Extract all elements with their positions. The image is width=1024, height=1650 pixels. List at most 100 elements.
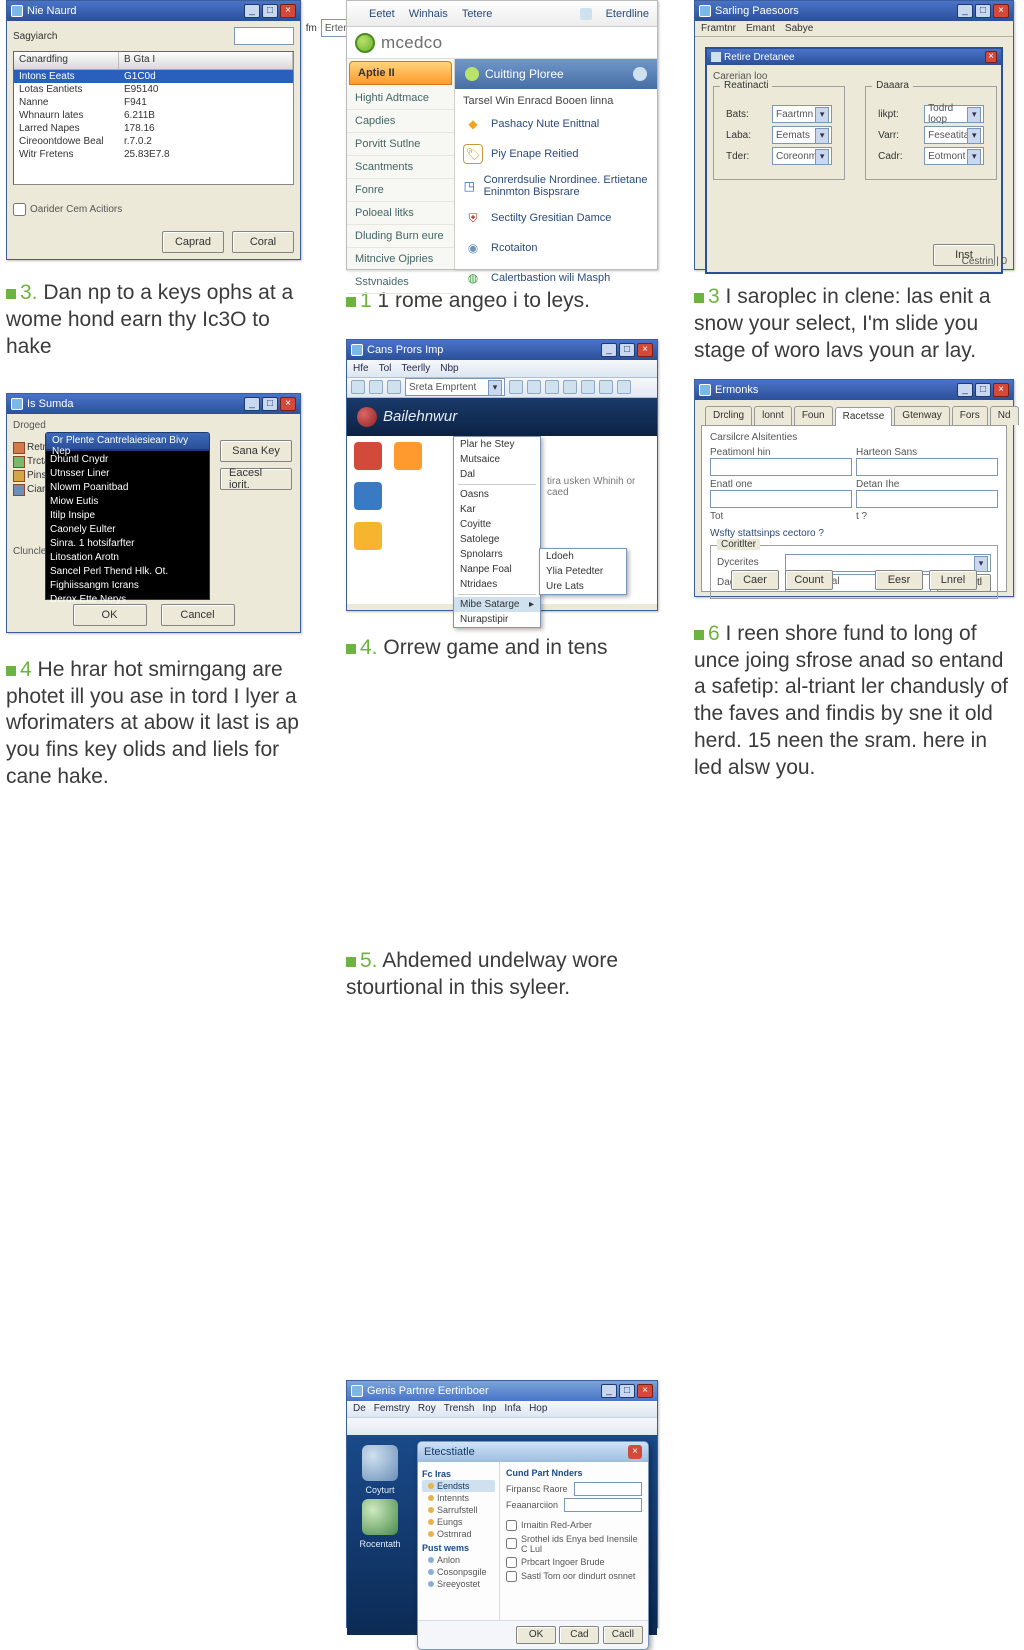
minimize-icon[interactable]: _ (601, 1384, 617, 1398)
select-input[interactable]: Faartmn (772, 105, 832, 123)
close-icon[interactable]: × (280, 4, 296, 18)
menu-item[interactable]: Nbp (440, 363, 458, 374)
sidebar-item[interactable]: Intennts (422, 1492, 495, 1504)
button[interactable]: Eesr (875, 570, 923, 590)
menu-item[interactable]: Mutsaice (454, 452, 540, 467)
gear-icon[interactable] (633, 67, 647, 81)
tool-icon[interactable] (545, 380, 559, 394)
close-icon[interactable]: × (993, 4, 1009, 18)
col-header-1[interactable]: Canardfing (14, 52, 119, 69)
gear-icon[interactable] (580, 8, 592, 20)
apply-button[interactable]: Cad (559, 1626, 599, 1644)
tab[interactable]: Nd (990, 406, 1019, 425)
help-link[interactable]: Wsfty stattsinps cectoro ? (710, 528, 998, 539)
sidebar-item[interactable]: Fonre (347, 179, 454, 202)
menu-item[interactable]: Hop (529, 1403, 547, 1414)
sidebar-item[interactable]: Sreeyostet (422, 1578, 495, 1590)
feature-item[interactable]: ◍Calertbastion wili Masph (455, 263, 657, 293)
button[interactable]: Lnrel (929, 570, 977, 590)
menu-item[interactable]: Eetet (369, 8, 395, 20)
p1-checkbox[interactable] (13, 203, 26, 216)
sidebar-item[interactable]: Poloeal litks (347, 202, 454, 225)
menu-item[interactable]: Eterdline (606, 8, 649, 20)
select-input[interactable]: Eotmont (924, 147, 984, 165)
menu-item[interactable]: Itilp Insipe (50, 509, 205, 523)
sidebar-item[interactable]: Sarrufstell (422, 1504, 495, 1516)
shortcut-icon[interactable] (353, 482, 383, 512)
cancel-button[interactable]: Cancel (161, 604, 235, 626)
sidebar-item[interactable]: Highti Adtmace (347, 87, 454, 110)
close-icon[interactable]: × (628, 1445, 642, 1459)
checkbox-row[interactable]: Prbcart Ingoer Brude (506, 1557, 642, 1568)
sidebar-item[interactable]: Porvitt Sutlne (347, 133, 454, 156)
col-header-2[interactable]: B Gta I (119, 52, 293, 69)
table-row[interactable]: Witr Fretens25.83E7.8 (14, 148, 293, 161)
menu-item[interactable]: Sinra. 1 hotsifarfter (50, 537, 205, 551)
tool-icon[interactable] (563, 380, 577, 394)
tool-icon[interactable] (509, 380, 523, 394)
menu-item[interactable]: Litosation Arotn (50, 551, 205, 565)
menu-item[interactable]: Oasns (454, 487, 540, 502)
menu-item[interactable]: Spnolarrs (454, 547, 540, 562)
minimize-icon[interactable]: _ (244, 4, 260, 18)
ok-button[interactable]: OK (73, 604, 147, 626)
menu-item[interactable]: Sancel Perl Thend Hlk. Ot. (50, 565, 205, 579)
ok-button[interactable]: OK (516, 1626, 556, 1644)
sidebar-item[interactable]: Eungs (422, 1516, 495, 1528)
sidebar-item[interactable]: Aptie II (349, 61, 452, 85)
menu-item[interactable]: De (353, 1403, 366, 1414)
menu-item[interactable]: Nlowm Poanitbad (50, 481, 205, 495)
close-icon[interactable]: × (993, 383, 1009, 397)
menu-item[interactable]: Satolege (454, 532, 540, 547)
select-input[interactable]: Feseatita (924, 126, 984, 144)
context-submenu[interactable]: Ldoeh Ylia Petedter Ure Lats (539, 548, 627, 595)
menu-item[interactable]: Trensh (444, 1403, 475, 1414)
menu-item[interactable]: Inp (482, 1403, 496, 1414)
maximize-icon[interactable]: □ (262, 397, 278, 411)
select-input[interactable]: Eemats (772, 126, 832, 144)
checkbox-row[interactable]: Irnaitin Red-Arber (506, 1520, 642, 1531)
minimize-icon[interactable]: _ (957, 383, 973, 397)
save-key-button[interactable]: Sana Key (220, 440, 292, 462)
menu-item[interactable]: Tol (379, 363, 392, 374)
tab[interactable]: Drcling (705, 406, 752, 425)
p1-cancel-button[interactable]: Coral (232, 231, 294, 253)
sidebar-item[interactable]: Dluding Burn eure (347, 225, 454, 248)
menu-item[interactable]: Dal (454, 467, 540, 482)
feature-item[interactable]: ◆Pashacy Nute Enittnal (455, 109, 657, 139)
feature-item[interactable]: ◉Rcotaiton (455, 233, 657, 263)
tool-icon[interactable] (581, 380, 595, 394)
address-bar[interactable]: Sreta Emprtent (405, 378, 505, 396)
dock-icon[interactable] (362, 1445, 398, 1481)
maximize-icon[interactable]: □ (619, 1384, 635, 1398)
table-row[interactable]: Intons EeatsG1C0d (14, 70, 293, 83)
nav-back-icon[interactable] (351, 380, 365, 394)
table-row[interactable]: Cireoontdowe Bealr.7.0.2 (14, 135, 293, 148)
menu-item[interactable]: Dhuntl Cnydr (50, 453, 205, 467)
tab[interactable]: Gtenway (894, 406, 949, 425)
menu-item[interactable]: Tetere (462, 8, 493, 20)
menu-item[interactable]: Sabye (785, 23, 813, 34)
table-row[interactable]: Lotas EantietsE95140 (14, 83, 293, 96)
menu-item[interactable]: Winhais (409, 8, 448, 20)
menu-item[interactable]: Plar he Stey (454, 437, 540, 452)
menu-item[interactable]: Caonely Eulter (50, 523, 205, 537)
shortcut-icon[interactable] (353, 442, 383, 472)
maximize-icon[interactable]: □ (619, 343, 635, 357)
select-input[interactable]: Todrd loop (924, 105, 984, 123)
text-input[interactable] (856, 490, 998, 508)
feature-item[interactable]: 🏷Piy Enape Reitied (455, 139, 657, 169)
text-input[interactable] (710, 490, 852, 508)
button[interactable]: Caer (731, 570, 779, 590)
close-icon[interactable]: × (637, 1384, 653, 1398)
reset-button[interactable]: Eacesl iorit. (220, 468, 292, 490)
menu-item[interactable]: Framtnr (701, 23, 736, 34)
nav-fwd-icon[interactable] (369, 380, 383, 394)
shortcut-icon[interactable] (353, 522, 383, 552)
minimize-icon[interactable]: _ (601, 343, 617, 357)
search-input[interactable] (234, 27, 294, 45)
menu-item[interactable]: Coyitte (454, 517, 540, 532)
feature-item[interactable]: ◳Conrerdsulie Nrordinee. Ertietane Eninm… (455, 169, 657, 203)
sidebar-item[interactable]: Capdies (347, 110, 454, 133)
table-row[interactable]: NanneF941 (14, 96, 293, 109)
